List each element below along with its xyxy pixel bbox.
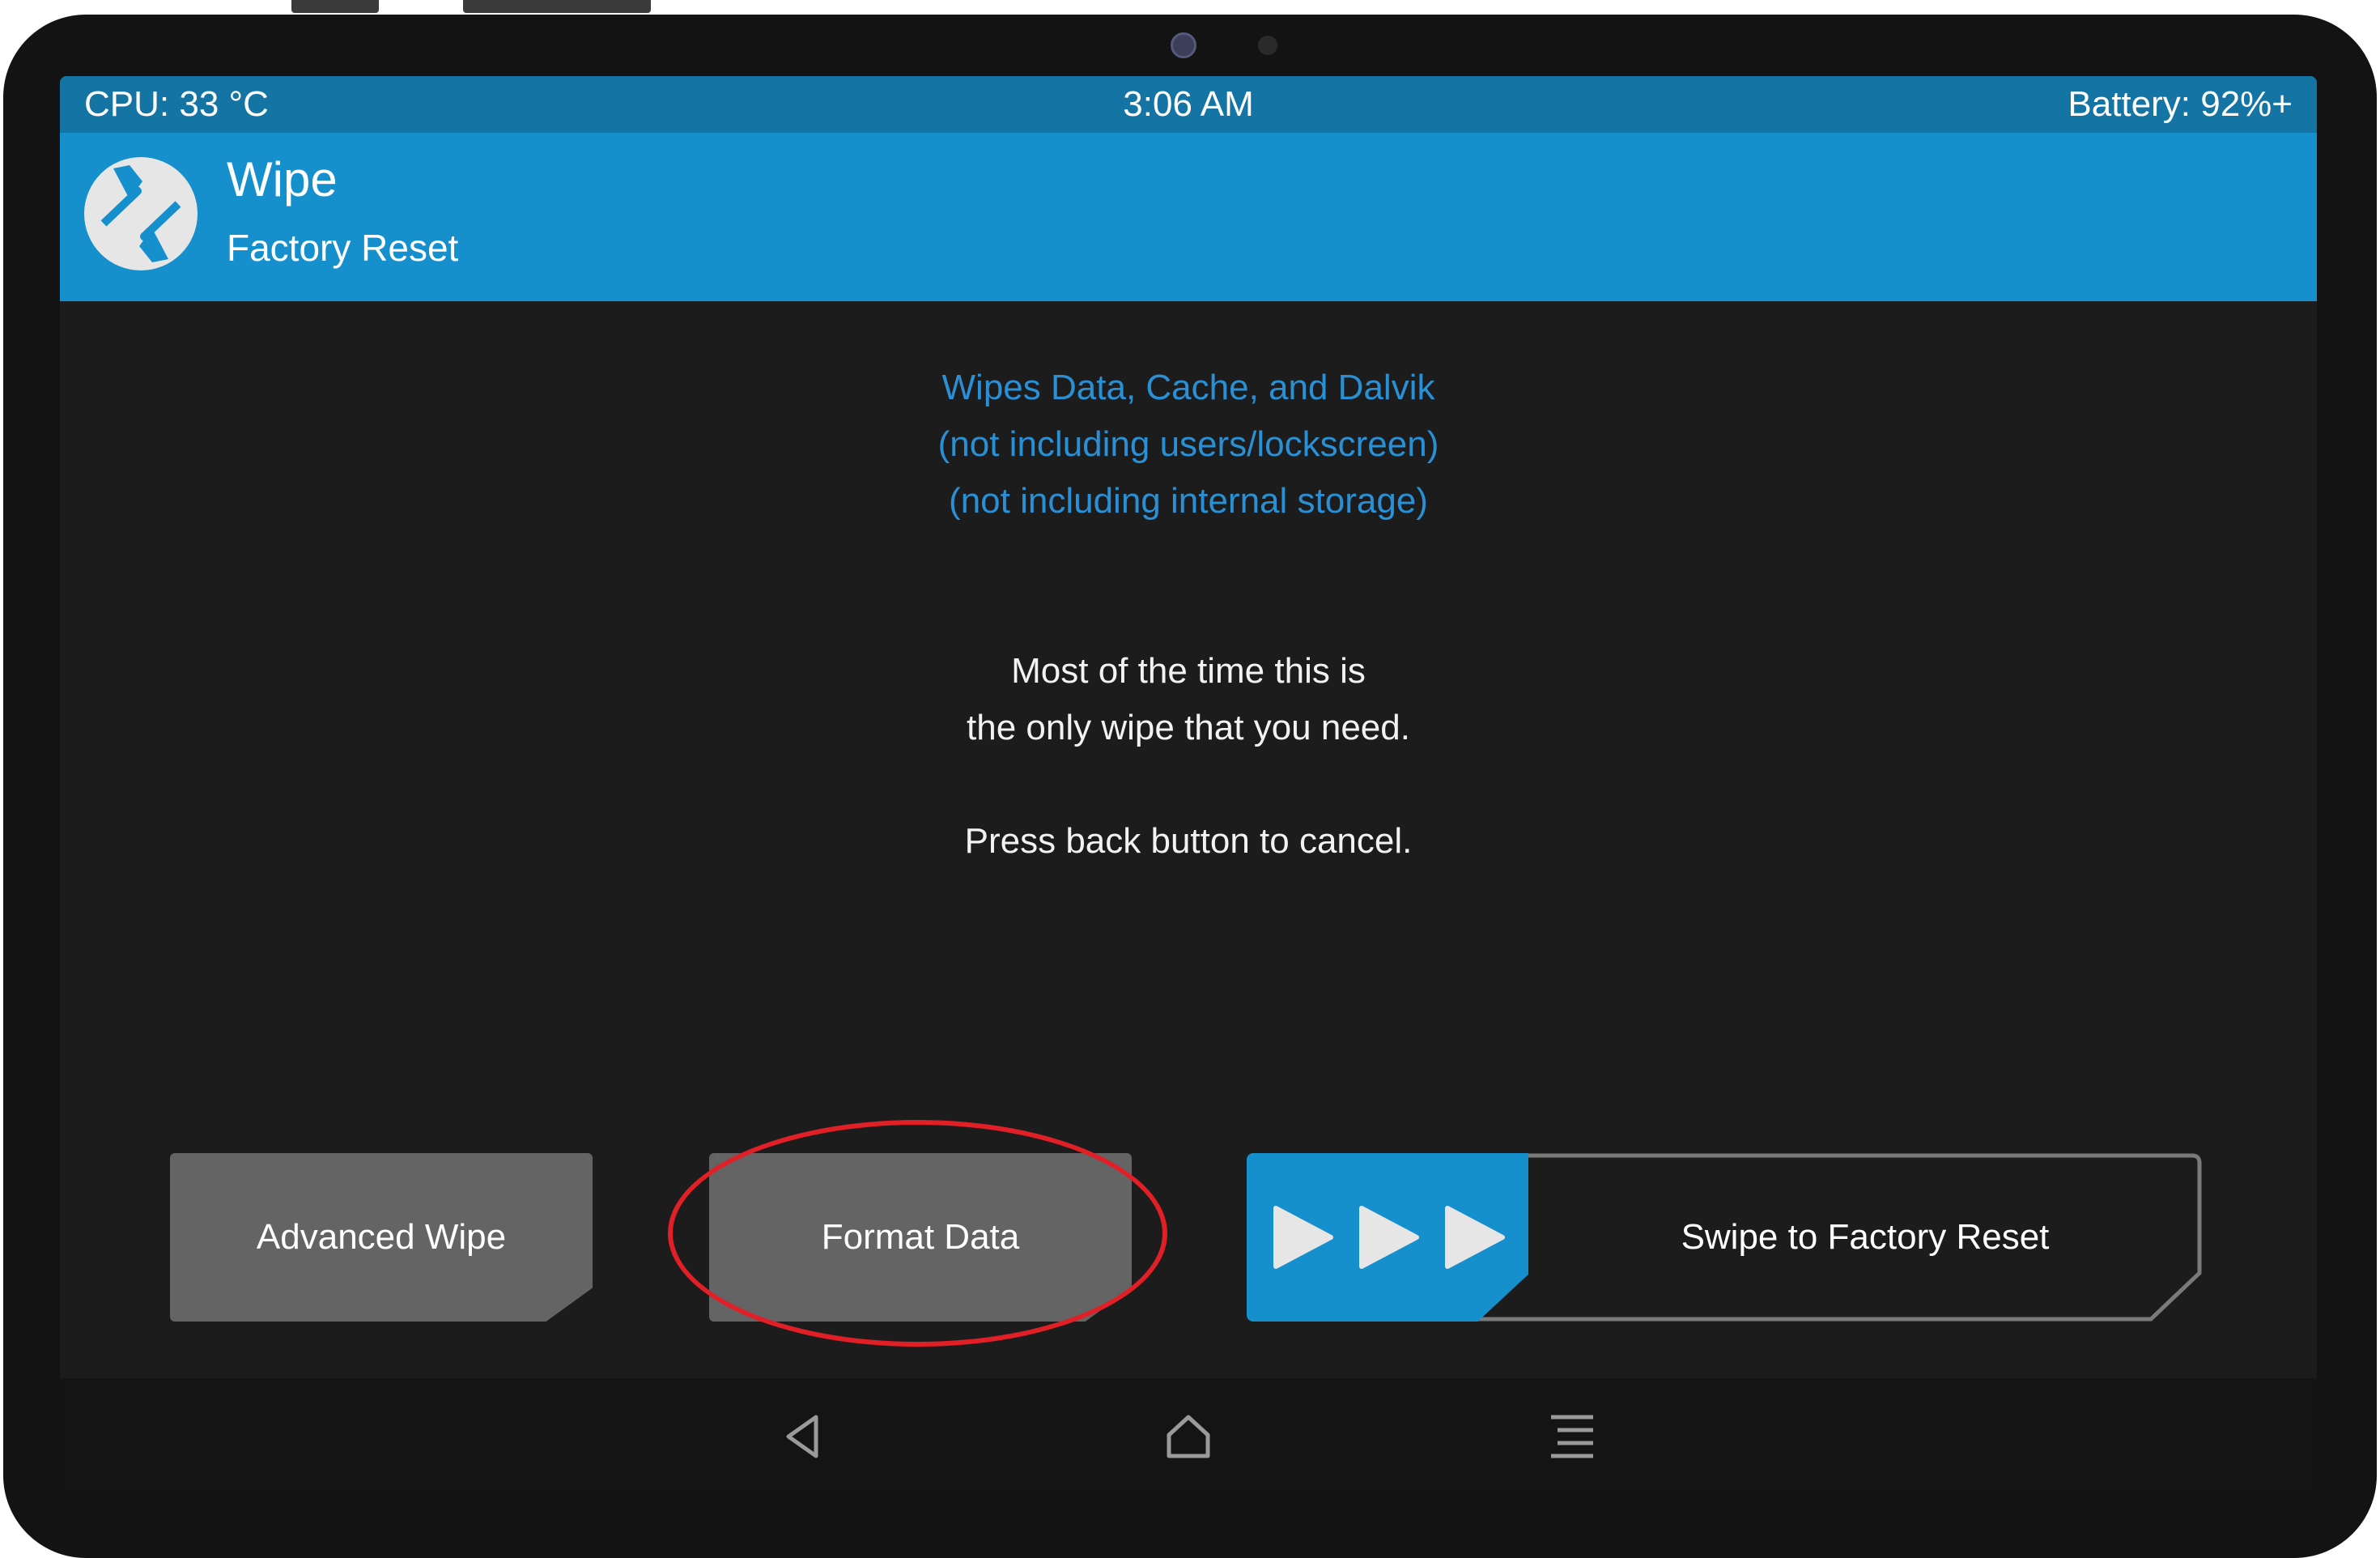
info-line-3: (not including internal storage) xyxy=(949,481,1428,521)
page-subtitle: Factory Reset xyxy=(227,227,459,269)
info-line-2: (not including users/lockscreen) xyxy=(937,424,1439,464)
swipe-handle[interactable] xyxy=(1247,1153,1528,1322)
advanced-wipe-button[interactable]: Advanced Wipe xyxy=(170,1153,593,1322)
battery-status: Battery: 92%+ xyxy=(2068,84,2293,124)
clock: 3:06 AM xyxy=(1123,84,1254,124)
note-line-2: the only wipe that you need. xyxy=(967,708,1410,747)
twrp-screen: CPU: 33 °C 3:06 AM Battery: 92%+ Wipe Fa… xyxy=(60,76,2317,1492)
page-title: Wipe xyxy=(227,152,338,206)
note-line-3: Press back button to cancel. xyxy=(964,821,1413,861)
front-camera xyxy=(1171,32,1196,58)
swipe-label: Swipe to Factory Reset xyxy=(1681,1217,2050,1257)
navigation-bar xyxy=(60,1378,2317,1492)
sensor xyxy=(1258,36,1277,55)
device-button-top-right xyxy=(463,0,651,13)
note-line-1: Most of the time this is xyxy=(1011,651,1366,691)
play-arrow-icon xyxy=(1273,1206,1505,1269)
back-icon[interactable] xyxy=(779,1411,831,1462)
device-button-top-left xyxy=(291,0,379,13)
home-icon[interactable] xyxy=(1162,1411,1214,1462)
title-bar: Wipe Factory Reset xyxy=(60,133,2317,301)
menu-icon[interactable] xyxy=(1546,1411,1598,1462)
info-line-1: Wipes Data, Cache, and Dalvik xyxy=(941,368,1435,407)
twrp-logo-icon xyxy=(84,157,198,270)
format-data-highlight-circle xyxy=(668,1120,1167,1347)
status-bar: CPU: 33 °C 3:06 AM Battery: 92%+ xyxy=(60,76,2317,133)
